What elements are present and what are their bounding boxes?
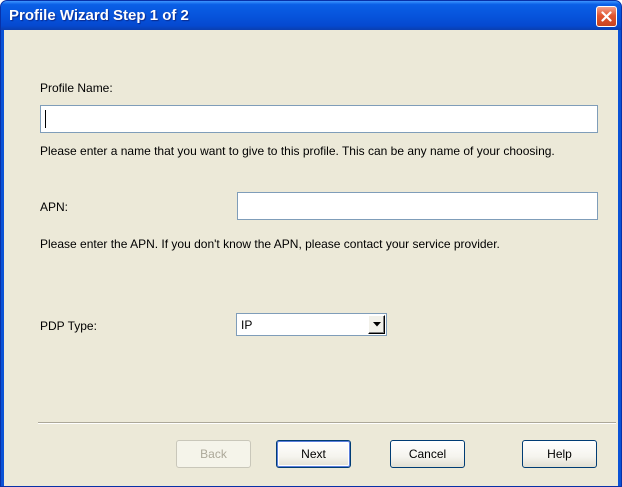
- pdp-type-label: PDP Type:: [40, 319, 97, 333]
- profile-wizard-window: Profile Wizard Step 1 of 2 Profile Name:…: [0, 0, 622, 487]
- profile-name-input[interactable]: [40, 105, 598, 133]
- text-caret: [45, 110, 46, 128]
- help-button[interactable]: Help: [522, 440, 597, 468]
- next-button[interactable]: Next: [276, 440, 351, 468]
- pdp-type-value: IP: [241, 318, 253, 332]
- apn-input[interactable]: [237, 192, 598, 220]
- profile-name-label: Profile Name:: [40, 81, 113, 95]
- pdp-type-dropdown-button[interactable]: [368, 315, 385, 334]
- cancel-button[interactable]: Cancel: [390, 440, 465, 468]
- close-button[interactable]: [596, 6, 617, 27]
- title-bar[interactable]: Profile Wizard Step 1 of 2: [1, 1, 621, 30]
- apn-label: APN:: [40, 200, 69, 214]
- profile-name-help-text: Please enter a name that you want to giv…: [40, 144, 555, 158]
- window-title: Profile Wizard Step 1 of 2: [9, 7, 189, 24]
- pdp-type-select[interactable]: IP: [236, 313, 387, 336]
- button-separator: [38, 422, 616, 424]
- dialog-body: Profile Name: Please enter a name that y…: [4, 30, 618, 486]
- back-button[interactable]: Back: [176, 440, 251, 468]
- apn-help-text: Please enter the APN. If you don't know …: [40, 237, 500, 251]
